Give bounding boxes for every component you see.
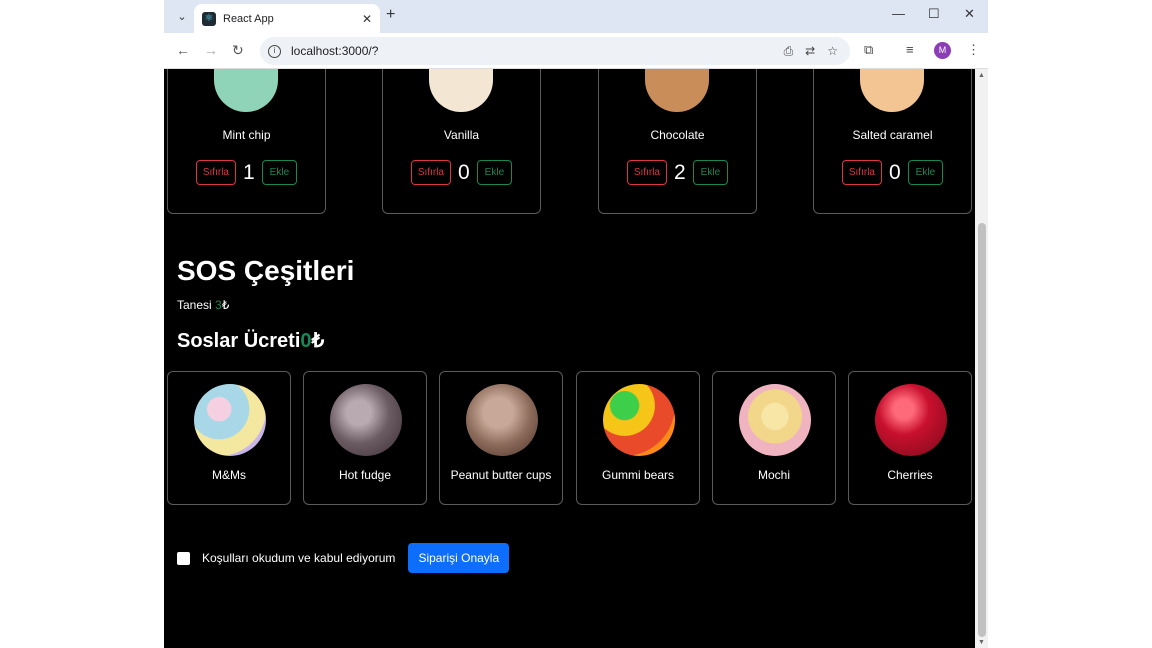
flavor-count: 0	[457, 160, 470, 184]
unit-price: Tanesi 3₺	[177, 298, 229, 312]
terms-row: Koşulları okudum ve kabul ediyorum Sipar…	[177, 543, 510, 573]
flavor-count: 0	[888, 160, 901, 184]
flavor-count: 2	[673, 160, 686, 184]
flavor-name: Salted caramel	[852, 128, 933, 142]
bookmark-star-icon[interactable]: ☆	[827, 44, 838, 58]
address-bar[interactable]: i localhost:3000/? ⎙ ⇄ ☆	[260, 37, 850, 65]
tab-close-icon[interactable]: ✕	[362, 12, 372, 26]
add-button[interactable]: Ekle	[261, 160, 298, 185]
add-button[interactable]: Ekle	[907, 160, 944, 185]
site-info-icon[interactable]: i	[268, 44, 281, 58]
reset-button[interactable]: Sıfırla	[841, 160, 882, 185]
maximize-icon[interactable]: ☐	[928, 6, 940, 22]
topping-name: Cherries	[887, 468, 933, 482]
reset-button[interactable]: Sıfırla	[195, 160, 236, 185]
cherries-image	[875, 384, 947, 456]
scroll-down-arrow-icon[interactable]: ▼	[978, 639, 985, 646]
currency-symbol: ₺	[221, 298, 230, 312]
flavor-count: 1	[242, 160, 255, 184]
mms-image	[194, 384, 266, 456]
profile-avatar[interactable]: M	[934, 42, 951, 59]
flavor-counter: Sıfırla 2 Ekle	[599, 160, 756, 185]
topping-card-hot-fudge[interactable]: Hot fudge	[303, 371, 427, 505]
flavor-counter: Sıfırla 0 Ekle	[814, 160, 971, 185]
reload-icon[interactable]: ↻	[232, 42, 244, 59]
topping-name: Peanut butter cups	[450, 468, 552, 482]
terms-label[interactable]: Koşulları okudum ve kabul ediyorum	[202, 551, 395, 565]
topping-card-mms[interactable]: M&Ms	[167, 371, 291, 505]
topping-card-peanut-butter-cups[interactable]: Peanut butter cups	[439, 371, 563, 505]
reset-button[interactable]: Sıfırla	[410, 160, 451, 185]
chocolate-image	[645, 69, 709, 112]
tab-react-app[interactable]: ⚛ React App ✕	[194, 4, 380, 33]
tab-strip: ⌄ ⚛ React App ✕ + — ☐ ✕	[164, 0, 988, 33]
unit-price-label: Tanesi	[177, 298, 216, 312]
extensions-icon[interactable]: ⧉	[864, 42, 873, 58]
flavor-counter: Sıfırla 1 Ekle	[168, 160, 325, 185]
flavor-name: Mint chip	[222, 128, 271, 142]
sauces-total-label: Soslar Ücreti	[177, 330, 301, 352]
sauces-section-title: SOS Çeşitleri	[177, 255, 355, 286]
tab-title: React App	[223, 12, 274, 25]
back-icon[interactable]: ←	[176, 42, 190, 58]
url-text[interactable]: localhost:3000/?	[291, 44, 784, 58]
flavor-name: Vanilla	[443, 128, 480, 142]
gummi-bears-image	[603, 384, 675, 456]
topping-name: M&Ms	[212, 468, 246, 482]
react-favicon-icon: ⚛	[202, 11, 216, 26]
menu-kebab-icon[interactable]: ⋮	[967, 42, 980, 58]
tab-search-icon[interactable]: ⌄	[170, 5, 194, 27]
browser-toolbar: ← → ↻ i localhost:3000/? ⎙ ⇄ ☆ ⧉ ≡ M ⋮	[164, 33, 988, 69]
new-tab-icon[interactable]: +	[386, 6, 395, 24]
mint-chip-image	[214, 69, 278, 112]
translate-icon[interactable]: ⇄	[805, 44, 815, 58]
salted-caramel-image	[860, 69, 924, 112]
topping-name: Gummi bears	[601, 468, 675, 482]
mochi-image	[739, 384, 811, 456]
close-window-icon[interactable]: ✕	[964, 6, 975, 22]
vertical-scrollbar[interactable]: ▲ ▼	[975, 69, 988, 648]
reset-button[interactable]: Sıfırla	[626, 160, 667, 185]
sauces-total-value: 0	[300, 330, 312, 352]
vanilla-image	[429, 69, 493, 112]
currency-symbol: ₺	[311, 330, 325, 352]
media-controls-icon[interactable]: ≡	[906, 42, 914, 57]
topping-card-cherries[interactable]: Cherries	[848, 371, 972, 505]
topping-name: Hot fudge	[338, 468, 392, 482]
add-button[interactable]: Ekle	[692, 160, 729, 185]
flavor-card-vanilla: Vanilla Sıfırla 0 Ekle	[382, 69, 541, 214]
sauces-total: Soslar Ücreti0₺	[177, 328, 324, 353]
peanut-butter-cups-image	[466, 384, 538, 456]
forward-icon[interactable]: →	[204, 42, 218, 58]
scrollbar-thumb[interactable]	[978, 223, 986, 637]
unit-price-value: 3	[215, 298, 222, 312]
browser-window: ⌄ ⚛ React App ✕ + — ☐ ✕ ← → ↻ i localhos…	[164, 0, 988, 648]
install-app-icon[interactable]: ⎙	[784, 44, 794, 59]
flavor-counter: Sıfırla 0 Ekle	[383, 160, 540, 185]
add-button[interactable]: Ekle	[476, 160, 513, 185]
terms-checkbox[interactable]	[177, 551, 190, 565]
flavor-name: Chocolate	[650, 128, 705, 142]
topping-card-mochi[interactable]: Mochi	[712, 371, 836, 505]
hot-fudge-image	[330, 384, 402, 456]
flavor-card-mint-chip: Mint chip Sıfırla 1 Ekle	[167, 69, 326, 214]
page-content: Mint chip Sıfırla 1 Ekle Vanilla Sıfırla…	[164, 69, 975, 648]
flavor-card-chocolate: Chocolate Sıfırla 2 Ekle	[598, 69, 757, 214]
minimize-icon[interactable]: —	[892, 6, 905, 21]
topping-name: Mochi	[757, 468, 790, 482]
confirm-order-button[interactable]: Siparişi Onayla	[408, 543, 510, 573]
scroll-up-arrow-icon[interactable]: ▲	[978, 72, 985, 79]
topping-card-gummi-bears[interactable]: Gummi bears	[576, 371, 700, 505]
flavor-card-salted-caramel: Salted caramel Sıfırla 0 Ekle	[813, 69, 972, 214]
